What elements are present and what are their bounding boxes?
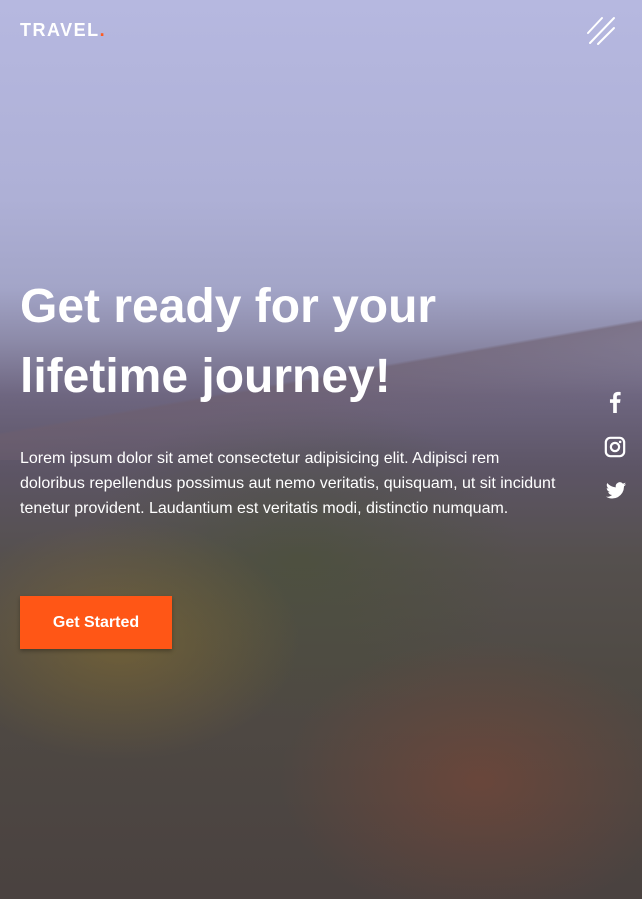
social-links xyxy=(604,390,630,524)
instagram-icon[interactable] xyxy=(604,436,626,458)
logo[interactable]: TRAVEL. xyxy=(20,20,106,41)
menu-lines-icon[interactable] xyxy=(586,16,618,46)
facebook-icon[interactable] xyxy=(604,390,626,414)
twitter-icon[interactable] xyxy=(604,480,628,502)
hero-description: Lorem ipsum dolor sit amet consectetur a… xyxy=(20,450,556,517)
get-started-button[interactable]: Get Started xyxy=(20,596,172,649)
logo-text: TRAVEL xyxy=(20,20,100,40)
logo-dot: . xyxy=(99,20,107,40)
hero-title: Get ready for your lifetime journey! xyxy=(20,280,437,403)
hero-section: TRAVEL. Get ready for your lifetime jour… xyxy=(0,0,642,899)
